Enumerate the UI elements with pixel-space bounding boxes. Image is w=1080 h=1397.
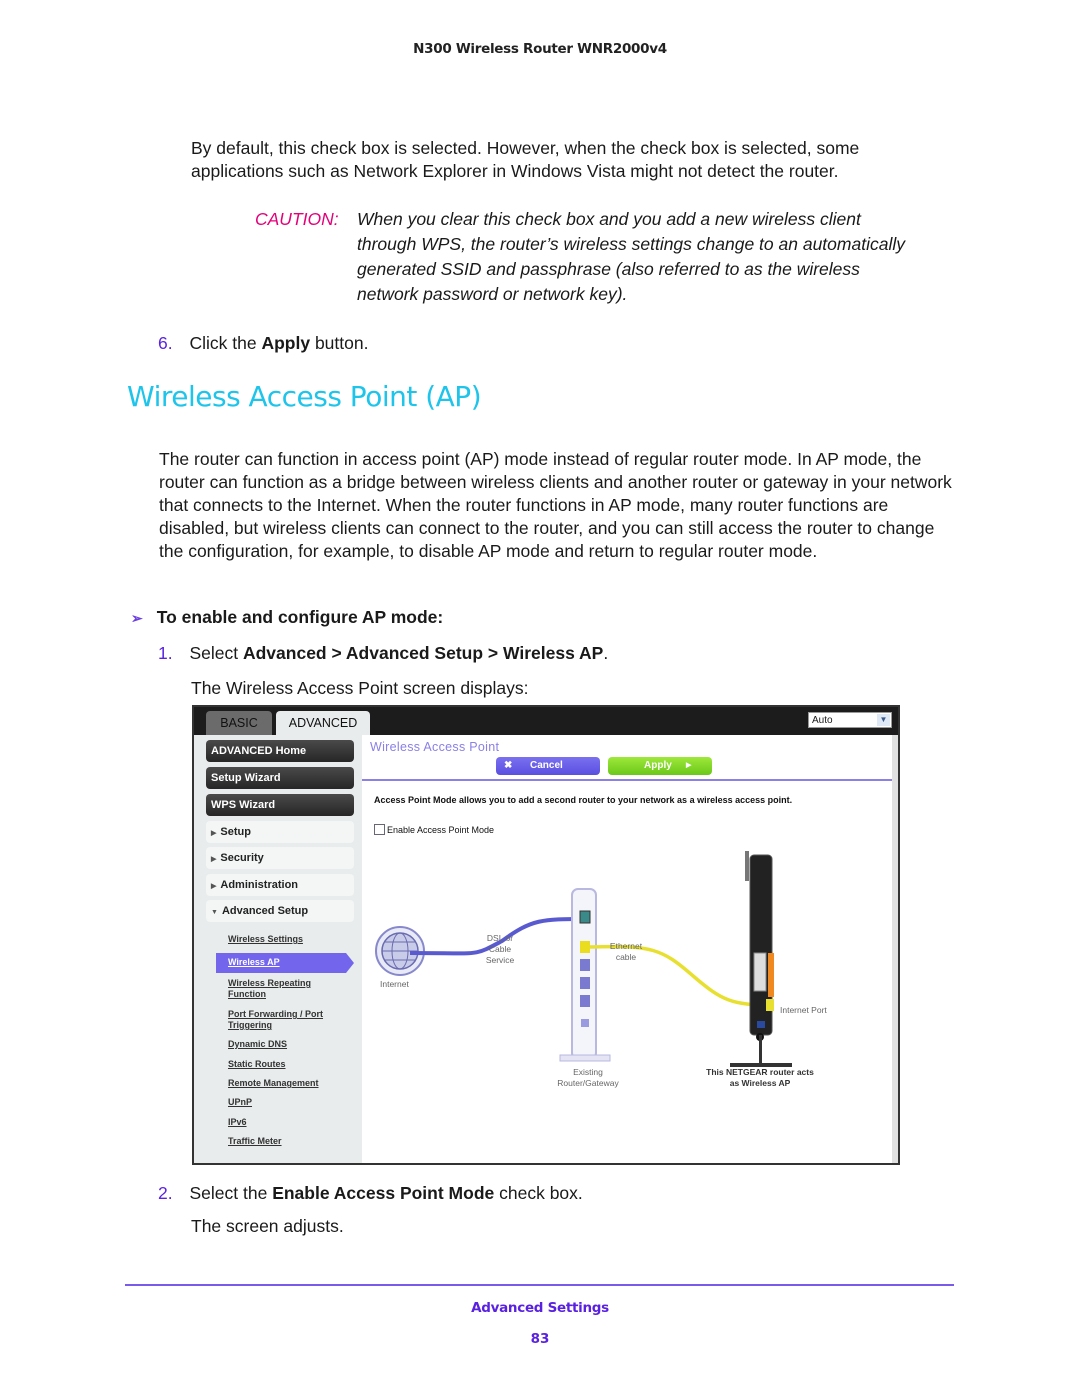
sidebar-wps-wizard[interactable]: WPS Wizard bbox=[206, 794, 354, 816]
enable-ap-mode-row[interactable]: Enable Access Point Mode bbox=[374, 824, 494, 835]
step-text: Click the bbox=[189, 333, 262, 353]
caution-note: CAUTION: When you clear this check box a… bbox=[255, 207, 915, 304]
ap-diagram: Internet DSL or Cable Service Ethernet c… bbox=[362, 845, 892, 1088]
step-2-note: The screen adjusts. bbox=[191, 1216, 344, 1236]
caret-right-icon: ▶ bbox=[211, 830, 217, 837]
apply-label: Apply bbox=[644, 760, 672, 771]
step-6: 6. Click the Apply button. bbox=[158, 332, 368, 355]
router-ui-screenshot: BASIC ADVANCED Auto ▼ ADVANCED Home Setu… bbox=[192, 705, 900, 1165]
procedure-arrow-icon: ➢ bbox=[131, 610, 143, 626]
globe-icon bbox=[375, 926, 425, 976]
chevron-down-icon: ▼ bbox=[877, 714, 890, 726]
caret-down-icon: ▼ bbox=[211, 909, 218, 916]
step-text: Select bbox=[189, 643, 243, 663]
step-text-end: check box. bbox=[494, 1183, 583, 1203]
caret-right-icon: ▶ bbox=[686, 762, 692, 769]
step-bold: Enable Access Point Mode bbox=[272, 1183, 495, 1203]
step-bold: Advanced > Advanced Setup > Wireless AP bbox=[242, 643, 604, 663]
sidebar-label: Advanced Setup bbox=[221, 905, 309, 917]
cancel-label: Cancel bbox=[530, 760, 563, 771]
sidebar: ADVANCED Home Setup Wizard WPS Wizard ▶ S… bbox=[194, 735, 362, 1163]
sublink-ipv6[interactable]: IPv6 bbox=[228, 1117, 247, 1128]
divider bbox=[362, 779, 892, 781]
label-existing-router: Existing Router/Gateway bbox=[557, 1067, 619, 1088]
procedure-heading: ➢ To enable and configure AP mode: bbox=[131, 607, 443, 628]
sidebar-setup[interactable]: ▶ Setup bbox=[206, 821, 354, 843]
caution-text: When you clear this check box and you ad… bbox=[357, 209, 905, 304]
checkbox-label: Enable Access Point Mode bbox=[387, 825, 495, 835]
close-icon: ✖ bbox=[504, 760, 513, 771]
existing-router-icon bbox=[559, 888, 611, 1062]
sidebar-label: Setup bbox=[220, 826, 251, 838]
diagram-illustration bbox=[375, 851, 792, 1067]
label-ethernet: Ethernet cable bbox=[609, 941, 643, 962]
step-number: 2. bbox=[158, 1183, 173, 1203]
netgear-router-icon bbox=[730, 851, 792, 1067]
sidebar-advanced-home[interactable]: ADVANCED Home bbox=[206, 740, 354, 762]
step-text: Select the bbox=[189, 1183, 273, 1203]
screen-title: Wireless Access Point bbox=[370, 740, 500, 754]
sublink-wireless-settings[interactable]: Wireless Settings bbox=[228, 934, 303, 945]
sidebar-advanced-setup[interactable]: ▼ Advanced Setup bbox=[206, 900, 354, 922]
content-pane: Wireless Access Point ✖ Cancel Apply ▶ A… bbox=[362, 735, 898, 1163]
step-1: 1. Select Advanced > Advanced Setup > Wi… bbox=[158, 642, 608, 665]
sublink-wireless-repeating[interactable]: Wireless Repeating Function bbox=[228, 978, 348, 1000]
page-number: 83 bbox=[530, 1331, 550, 1347]
sublink-port-forwarding[interactable]: Port Forwarding / Port Triggering bbox=[228, 1009, 338, 1031]
caret-right-icon: ▶ bbox=[211, 856, 217, 863]
label-netgear-router: This NETGEAR router acts as Wireless AP bbox=[706, 1067, 814, 1088]
sublink-label: Wireless AP bbox=[228, 957, 280, 967]
ap-mode-description: Access Point Mode allows you to add a se… bbox=[374, 795, 793, 805]
tab-advanced[interactable]: ADVANCED bbox=[276, 711, 370, 735]
sidebar-label: Security bbox=[220, 852, 264, 864]
sublink-traffic-meter[interactable]: Traffic Meter bbox=[228, 1136, 282, 1147]
sidebar-label: Administration bbox=[220, 879, 299, 891]
step-2: 2. Select the Enable Access Point Mode c… bbox=[158, 1182, 583, 1205]
enable-ap-mode-checkbox[interactable] bbox=[374, 824, 385, 835]
step-number: 1. bbox=[158, 643, 173, 663]
intro-paragraph: By default, this check box is selected. … bbox=[191, 138, 860, 181]
sublink-dynamic-dns[interactable]: Dynamic DNS bbox=[228, 1039, 287, 1050]
step-text-end: button. bbox=[310, 333, 369, 353]
footer-section: Advanced Settings bbox=[471, 1300, 609, 1316]
sidebar-security[interactable]: ▶ Security bbox=[206, 847, 354, 869]
step-bold: Apply bbox=[261, 333, 311, 353]
sublink-static-routes[interactable]: Static Routes bbox=[228, 1059, 286, 1070]
footer-divider bbox=[125, 1284, 954, 1286]
caret-right-icon: ▶ bbox=[211, 883, 217, 890]
label-internet: Internet bbox=[380, 979, 409, 989]
step-text-end: . bbox=[603, 643, 609, 663]
label-internet-port: Internet Port bbox=[780, 1005, 827, 1015]
section-title: Wireless Access Point (AP) bbox=[127, 380, 482, 413]
sidebar-setup-wizard[interactable]: Setup Wizard bbox=[206, 767, 354, 789]
label-dsl: DSL or Cable Service bbox=[485, 933, 515, 965]
language-select[interactable]: Auto ▼ bbox=[808, 712, 892, 728]
step-1-note: The Wireless Access Point screen display… bbox=[191, 678, 529, 698]
top-bar: BASIC ADVANCED Auto ▼ bbox=[194, 707, 898, 735]
apply-button[interactable]: Apply ▶ bbox=[608, 757, 712, 775]
language-value: Auto bbox=[812, 715, 833, 726]
cancel-button[interactable]: ✖ Cancel bbox=[496, 757, 600, 775]
sublink-wireless-ap[interactable]: Wireless AP bbox=[216, 953, 354, 973]
sublink-remote-management[interactable]: Remote Management bbox=[228, 1078, 319, 1089]
sidebar-administration[interactable]: ▶ Administration bbox=[206, 874, 354, 896]
running-header: N300 Wireless Router WNR2000v4 bbox=[413, 41, 667, 57]
step-number: 6. bbox=[158, 333, 173, 353]
tab-basic[interactable]: BASIC bbox=[206, 711, 272, 735]
caution-label: CAUTION: bbox=[255, 209, 339, 229]
procedure-title: To enable and configure AP mode: bbox=[156, 607, 444, 627]
scrollbar[interactable] bbox=[892, 735, 898, 1163]
section-paragraph: The router can function in access point … bbox=[159, 449, 952, 561]
sublink-upnp[interactable]: UPnP bbox=[228, 1097, 252, 1108]
